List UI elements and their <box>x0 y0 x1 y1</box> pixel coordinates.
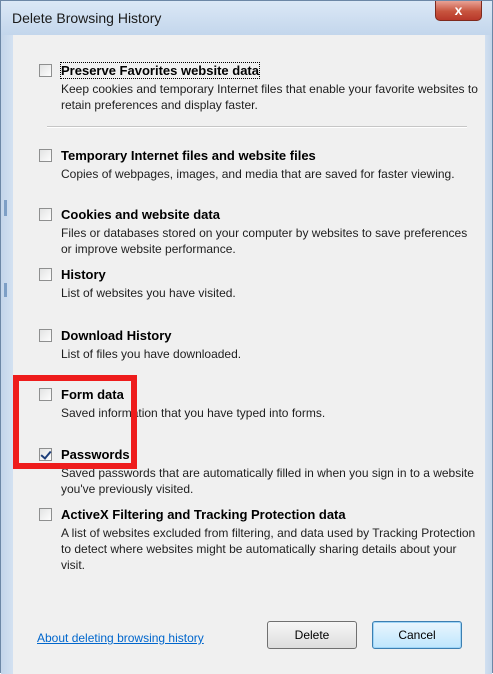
window-title: Delete Browsing History <box>12 10 162 26</box>
history-checkbox[interactable] <box>39 268 52 281</box>
option-label[interactable]: Cookies and website data <box>61 207 220 222</box>
option-description: Keep cookies and temporary Internet file… <box>61 82 478 112</box>
option-description: Files or databases stored on your comput… <box>61 226 468 256</box>
close-icon: x <box>454 2 463 18</box>
delete-browsing-history-dialog: Delete Browsing History x Preserve Favor… <box>0 0 493 674</box>
passwords-highlight-annotation <box>13 375 137 469</box>
option-label[interactable]: Temporary Internet files and website fil… <box>61 148 316 163</box>
right-window-frame <box>484 35 492 674</box>
option-description: Saved passwords that are automatically f… <box>61 466 474 496</box>
option-description: Copies of webpages, images, and media th… <box>61 167 455 181</box>
download-history-checkbox[interactable] <box>39 329 52 342</box>
option-label[interactable]: Download History <box>61 328 172 343</box>
option-label[interactable]: History <box>61 267 106 282</box>
delete-button[interactable]: Delete <box>267 621 357 649</box>
option-label[interactable]: ActiveX Filtering and Tracking Protectio… <box>61 507 346 522</box>
option-description: A list of websites excluded from filteri… <box>61 526 476 572</box>
title-bar[interactable]: Delete Browsing History x <box>1 1 492 35</box>
separator <box>47 126 467 128</box>
about-deleting-history-link[interactable]: About deleting browsing history <box>37 631 204 645</box>
cancel-button[interactable]: Cancel <box>372 621 462 649</box>
frame-accent <box>4 200 7 216</box>
option-description: List of websites you have visited. <box>61 286 236 300</box>
option-label[interactable]: Preserve Favorites website data <box>60 62 260 79</box>
cookies-checkbox[interactable] <box>39 208 52 221</box>
option-description: List of files you have downloaded. <box>61 347 242 361</box>
frame-accent <box>4 283 7 297</box>
preserve-favorites-checkbox[interactable] <box>39 64 52 77</box>
dialog-body: Preserve Favorites website data Keep coo… <box>13 35 485 674</box>
temporary-files-checkbox[interactable] <box>39 149 52 162</box>
close-button[interactable]: x <box>435 1 482 21</box>
activex-tracking-checkbox[interactable] <box>39 508 52 521</box>
left-window-frame <box>1 35 13 674</box>
